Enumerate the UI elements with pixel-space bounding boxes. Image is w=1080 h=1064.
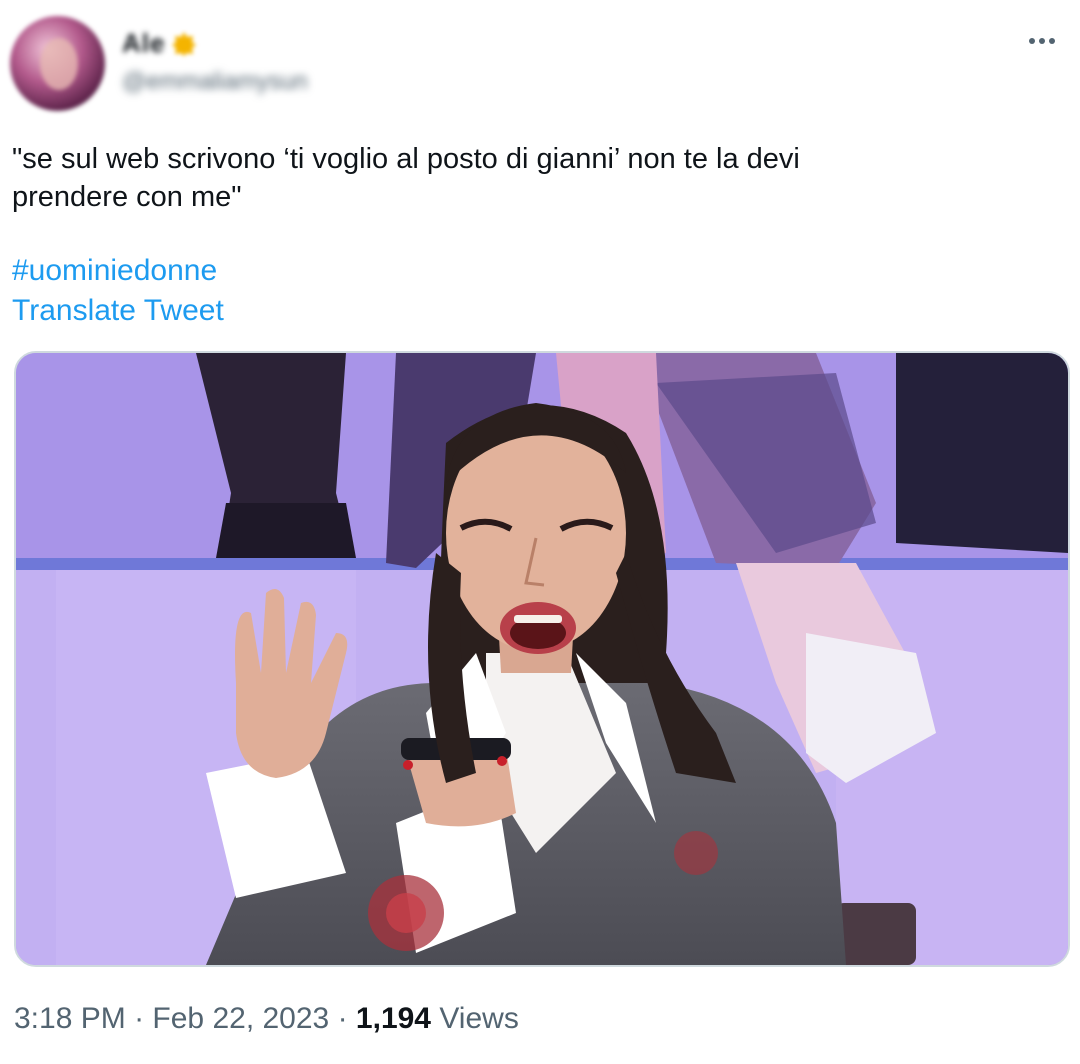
separator: · — [134, 1002, 145, 1035]
hashtag-link[interactable]: #uominiedonne — [12, 252, 217, 290]
tweet-card: Ale @emmaliamysun "se sul web scrivono ‘… — [0, 0, 1080, 1064]
tweet-time[interactable]: 3:18 PM — [14, 1002, 126, 1035]
views-count: 1,194 — [355, 1002, 431, 1035]
tweet-media-photo[interactable] — [14, 351, 1070, 967]
avatar[interactable] — [10, 16, 105, 111]
photo-illustration — [16, 353, 1068, 965]
author-name-row: Ale — [122, 28, 197, 59]
views-label: Views — [439, 1002, 519, 1035]
avatar-face — [40, 38, 78, 90]
author-display-name[interactable]: Ale — [122, 28, 165, 59]
tweet-date[interactable]: Feb 22, 2023 — [152, 1002, 329, 1035]
tweet-text: "se sul web scrivono ‘ti voglio al posto… — [12, 143, 800, 213]
separator: · — [337, 1002, 348, 1035]
author-handle[interactable]: @emmaliamysun — [122, 68, 308, 96]
verified-badge-icon — [171, 31, 197, 57]
more-options-icon[interactable] — [1022, 26, 1062, 56]
translate-tweet-link[interactable]: Translate Tweet — [12, 292, 224, 330]
tweet-meta: 3:18 PM · Feb 22, 2023 · 1,194 Views — [14, 1000, 519, 1038]
